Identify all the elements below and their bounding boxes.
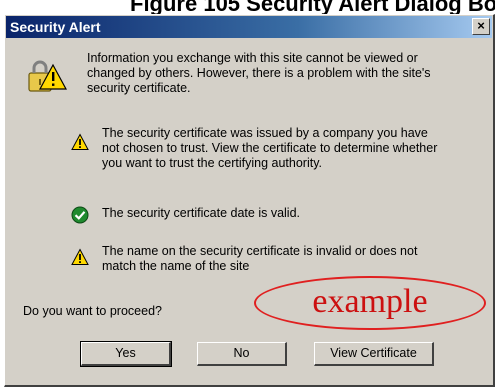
message-line: you want to trust the certifying authori…: [102, 156, 323, 170]
figure-caption-text: Figure 105 Security Alert Dialog Box: [130, 0, 495, 16]
yes-button-label: Yes: [115, 346, 136, 360]
no-button-label: No: [233, 346, 250, 360]
message-line: The security certificate was issued by a…: [102, 126, 428, 140]
warning-icon: [71, 248, 89, 265]
annotation-label: example: [312, 283, 428, 320]
message-line: not chosen to trust. View the certificat…: [102, 141, 438, 155]
yes-button[interactable]: Yes: [80, 341, 172, 367]
proceed-question: Do you want to proceed?: [23, 304, 162, 318]
title-bar[interactable]: Security Alert ×: [6, 16, 492, 38]
check-icon: [71, 206, 89, 224]
message-line: The name on the security certificate is …: [102, 244, 418, 258]
padlock-warning-icon: [28, 60, 67, 92]
message-line: match the name of the site: [102, 259, 250, 273]
view-certificate-button-label: View Certificate: [330, 346, 417, 360]
intro-line: security certificate.: [87, 81, 191, 95]
certificate-name-message: The name on the security certificate is …: [102, 244, 492, 274]
no-button[interactable]: No: [197, 342, 287, 366]
certificate-trust-message: The security certificate was issued by a…: [102, 126, 492, 171]
intro-text: Information you exchange with this site …: [87, 51, 487, 96]
warning-icon: [71, 133, 89, 150]
certificate-date-message: The security certificate date is valid.: [102, 206, 492, 221]
intro-line: Information you exchange with this site …: [87, 51, 418, 65]
security-alert-dialog: Security Alert × Information you exchang…: [4, 14, 495, 387]
close-button[interactable]: ×: [472, 18, 490, 35]
close-icon: ×: [477, 18, 485, 33]
window-title: Security Alert: [10, 19, 101, 35]
intro-line: changed by others. However, there is a p…: [87, 66, 431, 80]
message-line: The security certificate date is valid.: [102, 206, 300, 220]
view-certificate-button[interactable]: View Certificate: [314, 342, 434, 366]
